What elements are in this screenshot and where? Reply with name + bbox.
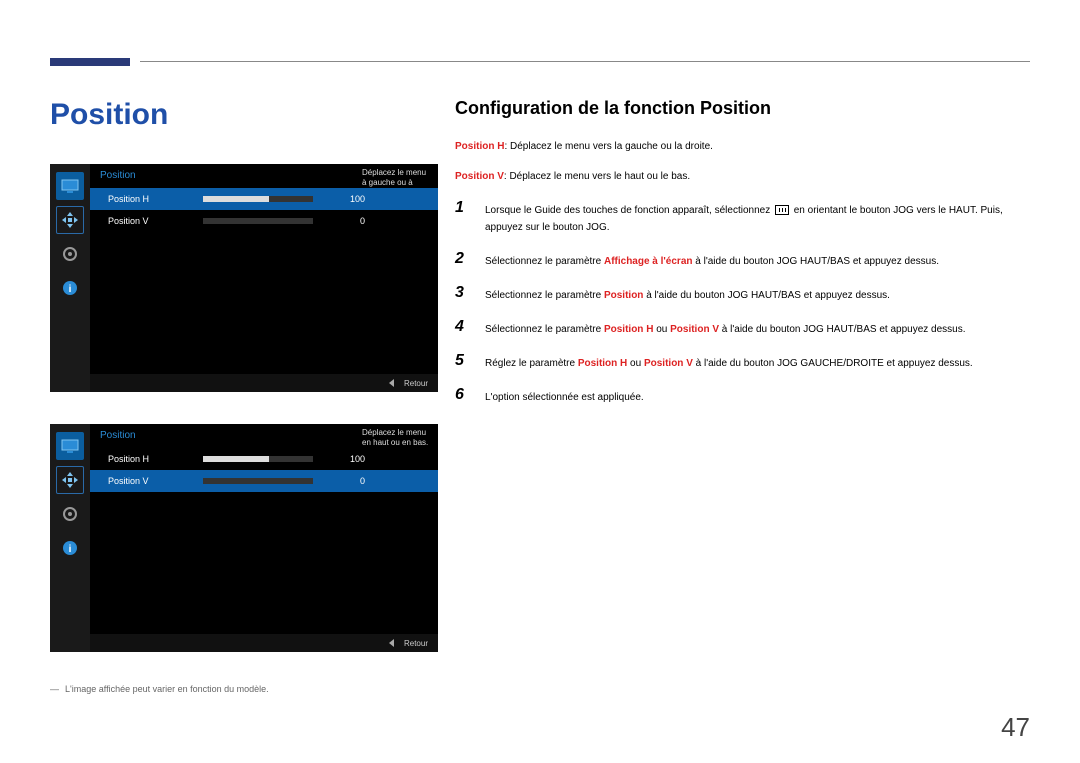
step-text: Sélectionnez le paramètre Affichage à l'… xyxy=(485,250,939,270)
step-3: 3 Sélectionnez le paramètre Position à l… xyxy=(455,284,1035,304)
osd-row-position-h: Position H 100 xyxy=(90,448,438,470)
step-number: 6 xyxy=(455,386,471,404)
osd-row-position-v: Position V 0 xyxy=(90,470,438,492)
osd-tip: Déplacez le menu en haut ou en bas. xyxy=(362,428,432,449)
step-2: 2 Sélectionnez le paramètre Affichage à … xyxy=(455,250,1035,270)
move-icon xyxy=(56,206,84,234)
left-column: Position i Position Déplacez le menu à g… xyxy=(50,98,450,694)
osd-screenshot-1: i Position Déplacez le menu à gauche ou … xyxy=(50,164,438,392)
osd-sidebar: i xyxy=(50,164,90,392)
osd-title: Position xyxy=(100,170,136,181)
step-5: 5 Réglez le paramètre Position H ou Posi… xyxy=(455,352,1035,372)
osd-row-label: Position H xyxy=(108,454,203,464)
section-title: Position xyxy=(50,98,450,132)
step-number: 4 xyxy=(455,318,471,336)
osd-value: 100 xyxy=(337,194,365,204)
osd-footer: Retour xyxy=(90,634,438,652)
osd-slider xyxy=(203,196,313,202)
osd-title: Position xyxy=(100,430,136,441)
step-text: Lorsque le Guide des touches de fonction… xyxy=(485,199,1035,236)
heading: Configuration de la fonction Position xyxy=(455,98,1035,119)
menu-icon xyxy=(775,205,789,215)
osd-row-position-h: Position H 100 xyxy=(90,188,438,210)
osd-screenshot-2: i Position Déplacez le menu en haut ou e… xyxy=(50,424,438,652)
page-number: 47 xyxy=(1001,712,1030,743)
svg-text:i: i xyxy=(69,544,72,555)
step-number: 5 xyxy=(455,352,471,370)
osd-footer: Retour xyxy=(90,374,438,392)
osd-slider xyxy=(203,478,313,484)
right-column: Configuration de la fonction Position Po… xyxy=(455,98,1035,420)
osd-slider xyxy=(203,218,313,224)
osd-row-position-v: Position V 0 xyxy=(90,210,438,232)
header-rule-thick xyxy=(50,58,130,66)
move-icon xyxy=(56,466,84,494)
header-rule-thin xyxy=(140,61,1030,62)
osd-row-label: Position H xyxy=(108,194,203,204)
step-text: L'option sélectionnée est appliquée. xyxy=(485,386,644,406)
step-number: 2 xyxy=(455,250,471,268)
position-h-desc: Position H: Déplacez le menu vers la gau… xyxy=(455,139,1035,155)
osd-body: Position H 100 Position V 0 xyxy=(90,188,438,232)
step-text: Réglez le paramètre Position H ou Positi… xyxy=(485,352,973,372)
step-1: 1 Lorsque le Guide des touches de foncti… xyxy=(455,199,1035,236)
step-number: 3 xyxy=(455,284,471,302)
osd-row-label: Position V xyxy=(108,476,203,486)
triangle-left-icon xyxy=(389,379,394,387)
svg-text:i: i xyxy=(69,284,72,295)
osd-value: 100 xyxy=(337,454,365,464)
position-v-desc: Position V: Déplacez le menu vers le hau… xyxy=(455,169,1035,185)
step-number: 1 xyxy=(455,199,471,217)
gear-icon xyxy=(56,500,84,528)
step-text: Sélectionnez le paramètre Position à l'a… xyxy=(485,284,890,304)
triangle-left-icon xyxy=(389,639,394,647)
step-text: Sélectionnez le paramètre Position H ou … xyxy=(485,318,966,338)
osd-return: Retour xyxy=(404,639,428,648)
header-rule xyxy=(50,58,1030,70)
info-icon: i xyxy=(56,534,84,562)
monitor-icon xyxy=(56,432,84,460)
osd-return: Retour xyxy=(404,379,428,388)
position-h-bold: Position H xyxy=(455,141,504,152)
step-4: 4 Sélectionnez le paramètre Position H o… xyxy=(455,318,1035,338)
osd-value: 0 xyxy=(337,476,365,486)
monitor-icon xyxy=(56,172,84,200)
osd-body: Position H 100 Position V 0 xyxy=(90,448,438,492)
gear-icon xyxy=(56,240,84,268)
osd-row-label: Position V xyxy=(108,216,203,226)
info-icon: i xyxy=(56,274,84,302)
osd-sidebar: i xyxy=(50,424,90,652)
osd-slider xyxy=(203,456,313,462)
steps-list: 1 Lorsque le Guide des touches de foncti… xyxy=(455,199,1035,406)
step-6: 6 L'option sélectionnée est appliquée. xyxy=(455,386,1035,406)
footnote: ―L'image affichée peut varier en fonctio… xyxy=(50,684,450,694)
osd-value: 0 xyxy=(337,216,365,226)
position-v-bold: Position V xyxy=(455,171,504,182)
